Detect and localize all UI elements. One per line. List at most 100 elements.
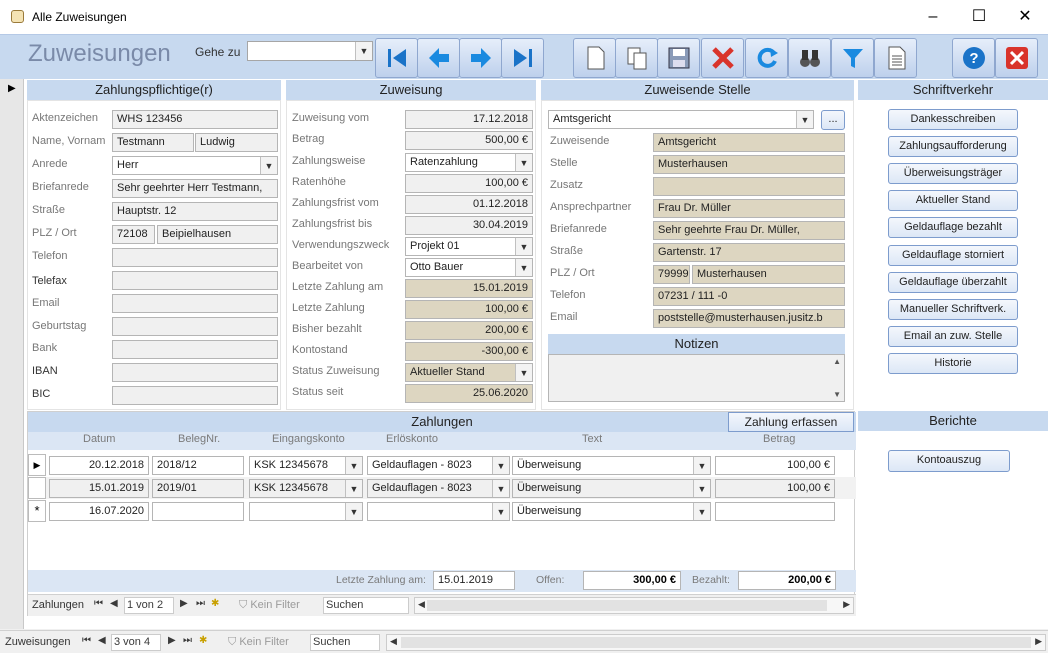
- chevron-down-icon[interactable]: ▼: [355, 42, 372, 60]
- save-button[interactable]: [657, 38, 700, 78]
- scrollbar-thumb[interactable]: [401, 637, 1031, 648]
- horizontal-scrollbar[interactable]: ◀ ▶: [414, 597, 854, 614]
- cell-beleg[interactable]: 2019/01: [152, 479, 244, 498]
- previous-record-button[interactable]: [417, 38, 460, 78]
- bic-field[interactable]: [112, 386, 278, 405]
- chevron-down-icon[interactable]: ▼: [693, 503, 710, 520]
- geldauflage-storniert-button[interactable]: Geldauflage storniert: [888, 245, 1018, 266]
- row-selector-current-icon[interactable]: ▶: [28, 454, 46, 476]
- telefax-field[interactable]: [112, 271, 278, 290]
- zahlung-erfassen-button[interactable]: Zahlung erfassen: [728, 412, 854, 432]
- zahlungsweise-combo[interactable]: Ratenzahlung ▼: [405, 153, 533, 172]
- scroll-up-icon[interactable]: ▲: [833, 357, 841, 366]
- new-record-button[interactable]: [573, 38, 616, 78]
- scroll-left-icon[interactable]: ◀: [418, 599, 425, 610]
- scrollbar-thumb[interactable]: [427, 600, 827, 611]
- cell-betrag[interactable]: 100,00 €: [715, 456, 835, 475]
- stelle-more-button[interactable]: ...: [821, 110, 845, 130]
- strasse-field[interactable]: Hauptstr. 12: [112, 202, 278, 221]
- cell-eingangskonto[interactable]: KSK 12345678 ▼: [249, 456, 363, 475]
- new-record-star-icon[interactable]: ✱: [199, 635, 207, 646]
- chevron-down-icon[interactable]: ▼: [693, 480, 710, 497]
- scroll-right-icon[interactable]: ▶: [1035, 636, 1042, 647]
- chevron-down-icon[interactable]: ▼: [515, 154, 532, 171]
- vorname-field[interactable]: Ludwig: [195, 133, 278, 152]
- last-record-icon[interactable]: ⏭: [196, 598, 205, 609]
- table-row-new[interactable]: * 16.07.2020 ▼ ▼ Überweisung ▼: [28, 500, 856, 522]
- last-record-icon[interactable]: ⏭: [183, 635, 192, 646]
- cell-betrag[interactable]: [715, 502, 835, 521]
- zahlungen-record-field[interactable]: 1 von 2: [124, 597, 174, 614]
- email-zuw-stelle-button[interactable]: Email an zuw. Stelle: [888, 326, 1018, 347]
- first-record-icon[interactable]: ⏮: [82, 635, 91, 646]
- name-field[interactable]: Testmann: [112, 133, 194, 152]
- geldauflage-bezahlt-button[interactable]: Geldauflage bezahlt: [888, 217, 1018, 238]
- cell-erloeskonto[interactable]: Geldauflagen - 8023 ▼: [367, 479, 510, 498]
- prev-record-icon[interactable]: ◀: [98, 635, 106, 646]
- new-record-icon[interactable]: *: [28, 500, 46, 522]
- notizen-textarea[interactable]: ▲ ▼: [548, 354, 845, 402]
- cell-datum[interactable]: 20.12.2018: [49, 456, 149, 475]
- maximize-icon[interactable]: ☐: [956, 0, 1002, 34]
- scroll-down-icon[interactable]: ▼: [833, 390, 841, 399]
- chevron-down-icon[interactable]: ▼: [492, 503, 509, 520]
- next-record-button[interactable]: [459, 38, 502, 78]
- chevron-down-icon[interactable]: ▼: [693, 457, 710, 474]
- last-record-button[interactable]: [501, 38, 544, 78]
- cell-erloeskonto[interactable]: Geldauflagen - 8023 ▼: [367, 456, 510, 475]
- geburtstag-field[interactable]: [112, 317, 278, 336]
- cell-betrag[interactable]: 100,00 €: [715, 479, 835, 498]
- cell-beleg[interactable]: [152, 502, 244, 521]
- help-button[interactable]: ?: [952, 38, 995, 78]
- chevron-down-icon[interactable]: ▼: [492, 457, 509, 474]
- cell-datum[interactable]: 15.01.2019: [49, 479, 149, 498]
- search-button[interactable]: [788, 38, 831, 78]
- verwendungszweck-combo[interactable]: Projekt 01 ▼: [405, 237, 533, 256]
- scroll-right-icon[interactable]: ▶: [843, 599, 850, 610]
- cell-text[interactable]: Überweisung ▼: [512, 502, 711, 521]
- betrag-field[interactable]: 500,00 €: [405, 131, 533, 150]
- chevron-down-icon[interactable]: ▼: [492, 480, 509, 497]
- cell-beleg[interactable]: 2018/12: [152, 456, 244, 475]
- cell-erloeskonto[interactable]: ▼: [367, 502, 510, 521]
- cell-datum[interactable]: 16.07.2020: [49, 502, 149, 521]
- zuweisung-vom-field[interactable]: 17.12.2018: [405, 110, 533, 129]
- ratenhoehe-field[interactable]: 100,00 €: [405, 174, 533, 193]
- chevron-down-icon[interactable]: ▼: [515, 364, 532, 381]
- gehe-zu-combo[interactable]: ▼: [247, 41, 373, 61]
- zahlungen-search-input[interactable]: Suchen: [323, 597, 409, 614]
- main-horizontal-scrollbar[interactable]: ◀ ▶: [386, 634, 1046, 651]
- main-record-field[interactable]: 3 von 4: [111, 634, 161, 651]
- new-record-star-icon[interactable]: ✱: [211, 598, 219, 609]
- aktenzeichen-field[interactable]: WHS 123456: [112, 110, 278, 129]
- filter-button[interactable]: [831, 38, 874, 78]
- plz-field[interactable]: 72108: [112, 225, 155, 244]
- main-filter-status[interactable]: ⛉ Kein Filter: [228, 636, 289, 649]
- chevron-down-icon[interactable]: ▼: [345, 503, 362, 520]
- cell-text[interactable]: Überweisung ▼: [512, 479, 711, 498]
- geldauflage-ueberzahlt-button[interactable]: Geldauflage überzahlt: [888, 272, 1018, 293]
- stelle-combo[interactable]: Amtsgericht ▼: [548, 110, 814, 129]
- next-record-icon[interactable]: ▶: [168, 635, 176, 646]
- scroll-left-icon[interactable]: ◀: [390, 636, 397, 647]
- refresh-button[interactable]: [745, 38, 788, 78]
- anrede-combo[interactable]: Herr ▼: [112, 156, 278, 175]
- email-field[interactable]: [112, 294, 278, 313]
- chevron-down-icon[interactable]: ▼: [345, 457, 362, 474]
- frist-vom-field[interactable]: 01.12.2018: [405, 195, 533, 214]
- frist-bis-field[interactable]: 30.04.2019: [405, 216, 533, 235]
- first-record-icon[interactable]: ⏮: [94, 598, 103, 609]
- chevron-down-icon[interactable]: ▼: [515, 238, 532, 255]
- zahlungsaufforderung-button[interactable]: Zahlungsaufforderung: [888, 136, 1018, 157]
- chevron-down-icon[interactable]: ▼: [260, 157, 277, 174]
- prev-record-icon[interactable]: ◀: [110, 598, 118, 609]
- copy-record-button[interactable]: [615, 38, 658, 78]
- report-button[interactable]: [874, 38, 917, 78]
- next-record-icon[interactable]: ▶: [180, 598, 188, 609]
- bearbeitet-combo[interactable]: Otto Bauer ▼: [405, 258, 533, 277]
- delete-button[interactable]: [701, 38, 744, 78]
- chevron-down-icon[interactable]: ▼: [345, 480, 362, 497]
- row-selector[interactable]: [28, 477, 46, 499]
- table-row[interactable]: ▶ 20.12.2018 2018/12 KSK 12345678 ▼ Gelda…: [28, 454, 856, 476]
- kontoauszug-button[interactable]: Kontoauszug: [888, 450, 1010, 472]
